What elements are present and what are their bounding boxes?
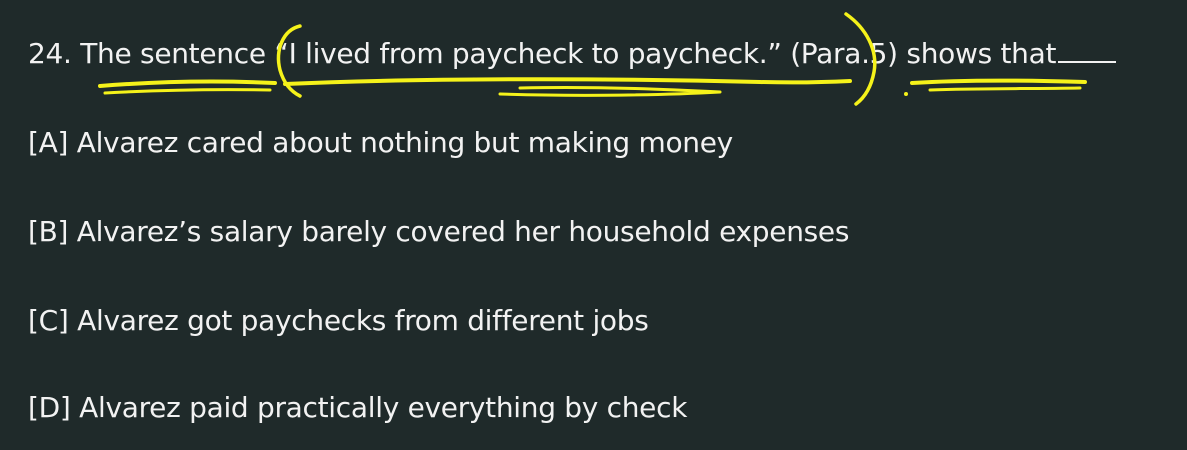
option-d-text: Alvarez paid practically everything by c… <box>79 391 688 424</box>
underline-shows-that <box>910 78 1087 85</box>
option-a-text: Alvarez cared about nothing but making m… <box>76 126 734 159</box>
option-b-text: Alvarez’s salary barely covered her hous… <box>76 215 850 248</box>
option-b: [B] Alvarez’s salary barely covered her … <box>28 212 849 252</box>
option-a: [A] Alvarez cared about nothing but maki… <box>28 123 733 163</box>
answer-blank <box>1058 35 1117 63</box>
option-c-text: Alvarez got paychecks from different job… <box>77 304 649 337</box>
option-c-letter: [C] <box>28 304 69 337</box>
underline-quote <box>283 77 852 86</box>
annotation-dot <box>904 92 908 96</box>
question-number: 24. <box>28 37 72 70</box>
option-b-letter: [B] <box>28 215 69 248</box>
question-text: The sentence “I lived from paycheck to p… <box>80 37 1057 70</box>
option-d-letter: [D] <box>28 391 71 424</box>
underline-sentence-2 <box>103 88 272 95</box>
underline-shows-that-2 <box>928 86 1082 92</box>
option-d: [D] Alvarez paid practically everything … <box>28 388 687 428</box>
question-line: 24. The sentence “I lived from paycheck … <box>28 34 1117 74</box>
option-c: [C] Alvarez got paychecks from different… <box>28 301 649 341</box>
option-a-letter: [A] <box>28 126 69 159</box>
underline-quote-swoop <box>498 85 722 97</box>
quiz-slide: 24. The sentence “I lived from paycheck … <box>0 0 1187 450</box>
underline-sentence <box>98 79 277 88</box>
